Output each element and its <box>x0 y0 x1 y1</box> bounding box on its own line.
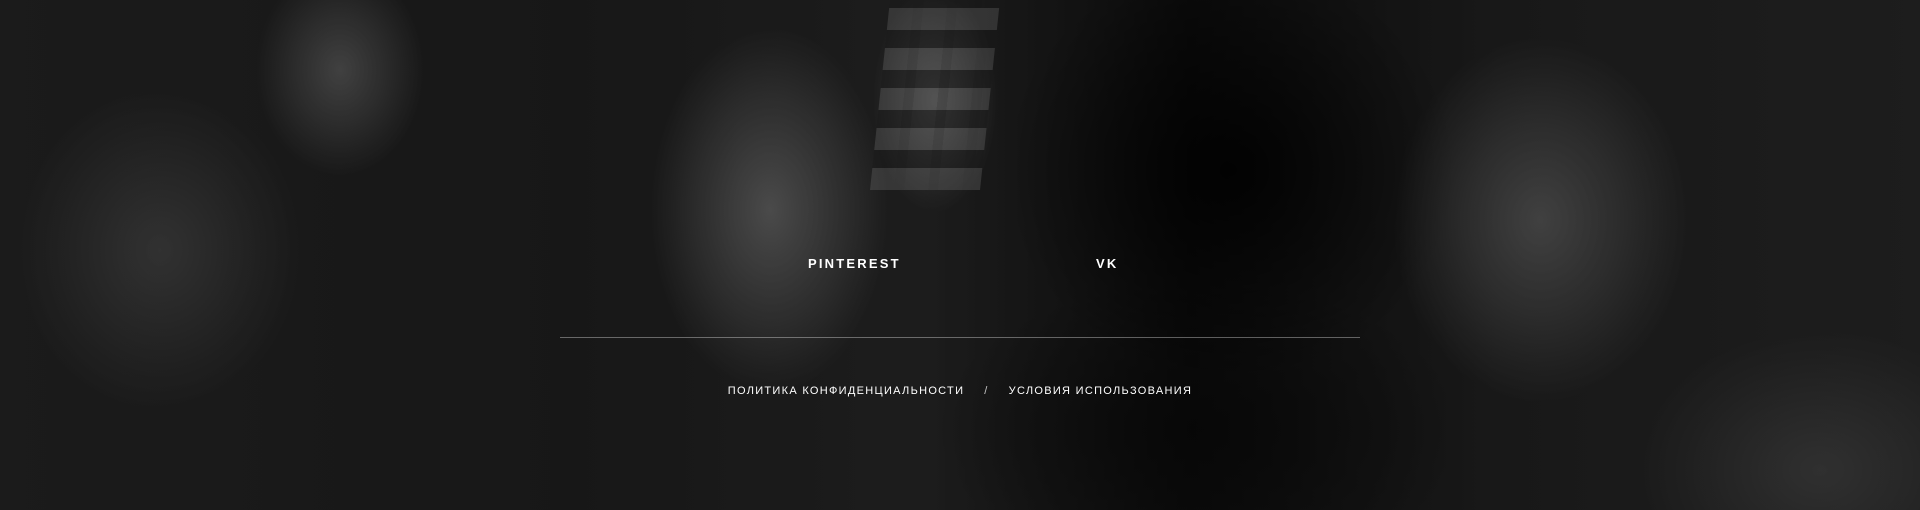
footer-content: PINTEREST VK ПОЛИТИКА КОНФИДЕНЦИАЛЬНОСТИ… <box>0 0 1920 510</box>
footer-divider <box>560 337 1360 338</box>
privacy-policy-link[interactable]: ПОЛИТИКА КОНФИДЕНЦИАЛЬНОСТИ <box>728 385 965 397</box>
site-footer: PINTEREST VK ПОЛИТИКА КОНФИДЕНЦИАЛЬНОСТИ… <box>0 0 1920 510</box>
legal-links: ПОЛИТИКА КОНФИДЕНЦИАЛЬНОСТИ / УСЛОВИЯ ИСПО… <box>0 384 1920 398</box>
vk-link[interactable]: VK <box>1096 256 1118 272</box>
pinterest-link[interactable]: PINTEREST <box>808 256 901 272</box>
terms-of-use-link[interactable]: УСЛОВИЯ ИСПОЛЬЗОВАНИЯ <box>1009 385 1193 397</box>
legal-separator: / <box>984 385 989 397</box>
